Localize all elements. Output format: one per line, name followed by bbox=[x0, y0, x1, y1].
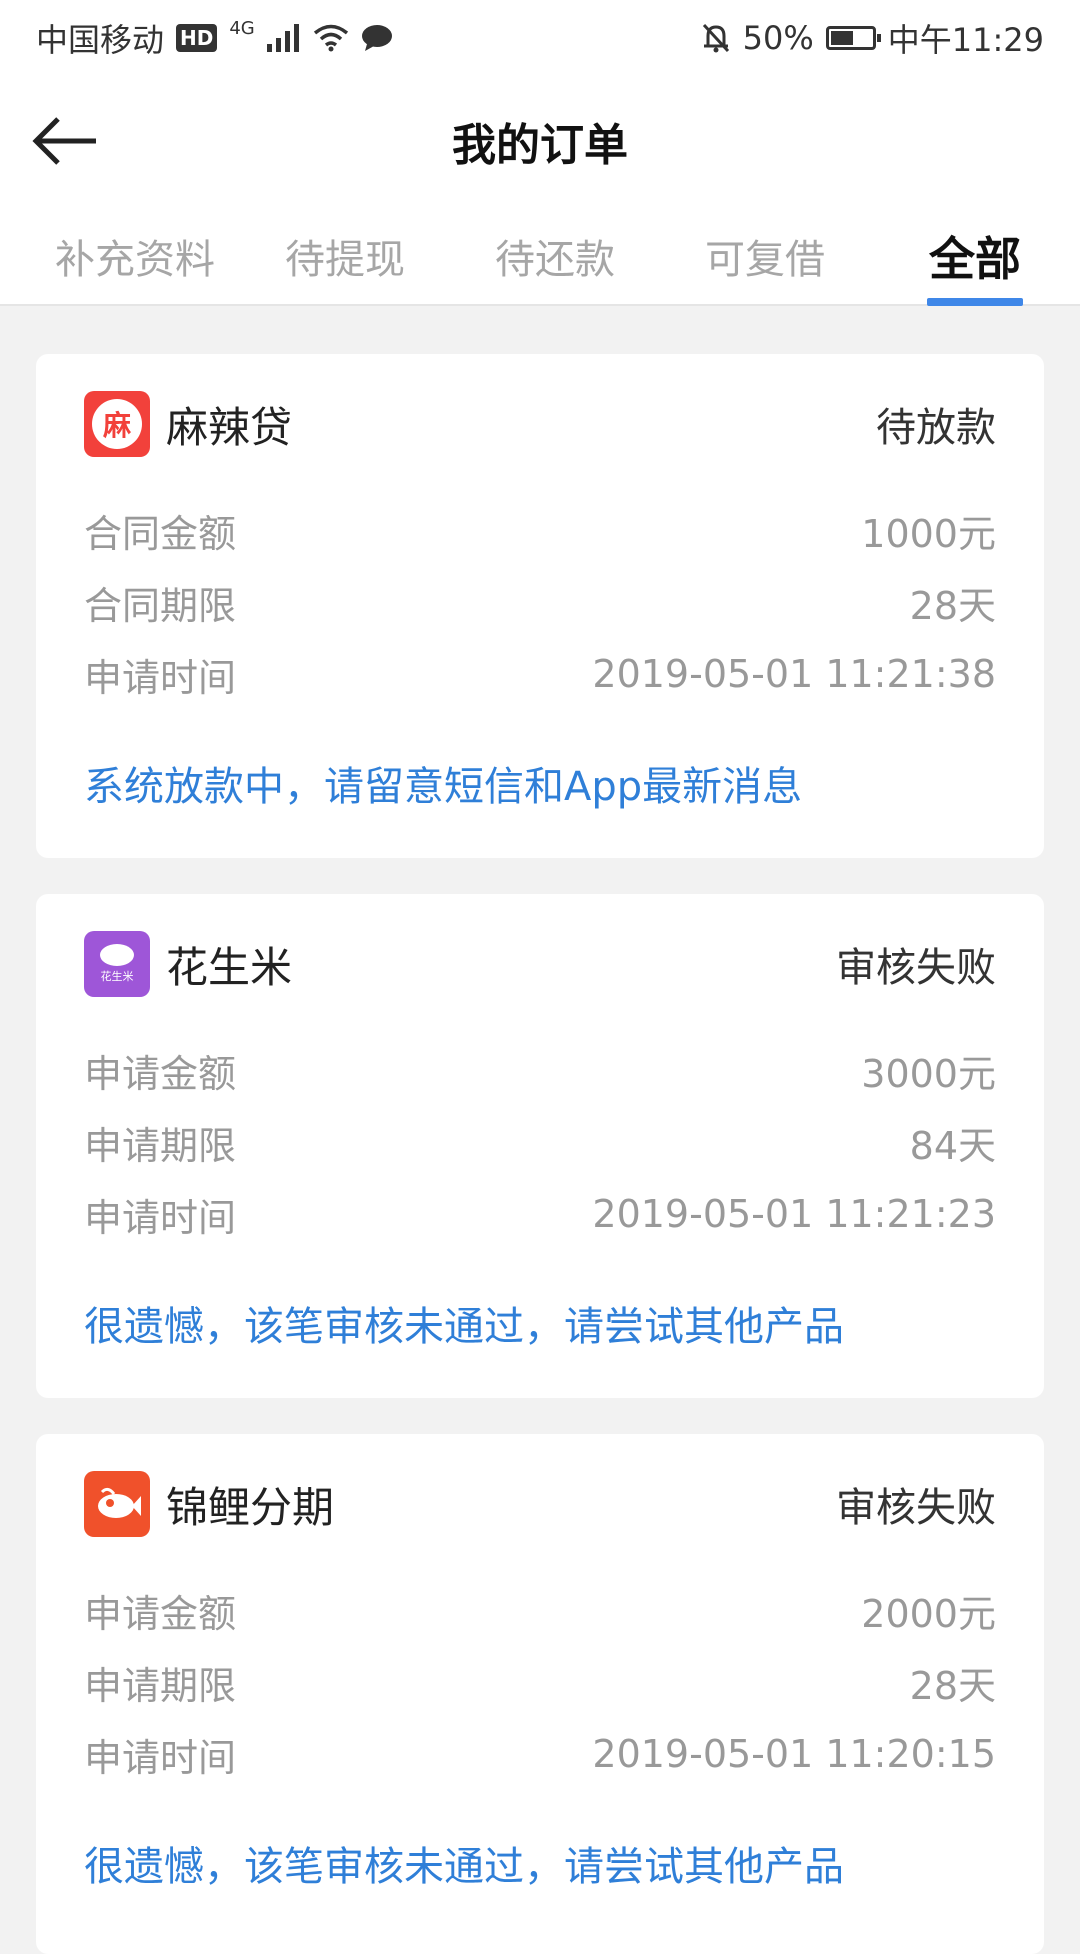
tab-pending-repay[interactable]: 待还款 bbox=[465, 206, 645, 306]
order-status: 审核失败 bbox=[836, 1485, 996, 1531]
product-name: 麻辣贷 bbox=[166, 402, 293, 452]
page-title: 我的订单 bbox=[452, 120, 628, 171]
back-arrow-icon bbox=[32, 117, 96, 165]
detail-row: 合同金额 1000元 bbox=[84, 494, 996, 566]
tab-reborrow[interactable]: 可复借 bbox=[675, 206, 855, 306]
clock: 中午11:29 bbox=[887, 21, 1044, 59]
carrier-label: 中国移动 bbox=[36, 21, 165, 59]
order-notice: 系统放款中，请留意短信和App最新消息 bbox=[84, 764, 803, 810]
message-icon bbox=[361, 25, 392, 51]
nav-bar: 我的订单 bbox=[0, 76, 1080, 206]
order-status: 审核失败 bbox=[836, 945, 996, 991]
detail-label: 申请金额 bbox=[84, 1591, 237, 1636]
back-button[interactable] bbox=[30, 106, 100, 176]
order-notice: 很遗憾，该笔审核未通过，请尝试其他产品 bbox=[84, 1844, 844, 1890]
detail-value: 84天 bbox=[909, 1123, 996, 1168]
status-bar: 中国移动 HD 4G 50% 中午11:29 bbox=[0, 0, 1080, 76]
detail-label: 申请时间 bbox=[84, 1195, 237, 1240]
logo-text: 麻 bbox=[92, 399, 142, 449]
detail-label: 申请期限 bbox=[84, 1123, 237, 1168]
order-brand: 花生米 花生米 bbox=[84, 931, 292, 997]
detail-row: 合同期限 28天 bbox=[84, 566, 996, 638]
order-brand: 锦鲤分期 bbox=[84, 1471, 334, 1537]
wifi-icon bbox=[313, 24, 348, 52]
detail-label: 申请金额 bbox=[84, 1051, 237, 1096]
order-card[interactable]: 锦鲤分期 审核失败 申请金额 2000元 申请期限 28天 申请时间 2019-… bbox=[36, 1434, 1044, 1954]
detail-row: 申请期限 28天 bbox=[84, 1646, 996, 1718]
koi-fish-logo-icon bbox=[84, 1471, 150, 1537]
order-brand: 麻 麻辣贷 bbox=[84, 391, 292, 457]
order-notice: 很遗憾，该笔审核未通过，请尝试其他产品 bbox=[84, 1304, 844, 1350]
detail-value: 2019-05-01 11:21:38 bbox=[592, 652, 996, 696]
detail-row: 申请时间 2019-05-01 11:21:38 bbox=[84, 638, 996, 710]
detail-value: 28天 bbox=[909, 583, 996, 628]
detail-value: 2019-05-01 11:21:23 bbox=[592, 1192, 996, 1236]
detail-row: 申请时间 2019-05-01 11:20:15 bbox=[84, 1718, 996, 1790]
product-name: 花生米 bbox=[166, 942, 293, 992]
status-bar-left: 中国移动 HD 4G bbox=[36, 15, 393, 61]
huashengmi-logo-icon: 花生米 bbox=[84, 931, 150, 997]
hd-badge: HD bbox=[176, 24, 218, 52]
signal-icon bbox=[266, 24, 299, 52]
status-bar-right: 50% 中午11:29 bbox=[701, 15, 1044, 61]
detail-label: 申请时间 bbox=[84, 655, 237, 700]
order-card-header: 锦鲤分期 审核失败 bbox=[84, 1434, 996, 1574]
tab-all[interactable]: 全部 bbox=[900, 206, 1050, 306]
order-card-header: 花生米 花生米 审核失败 bbox=[84, 894, 996, 1034]
detail-value: 28天 bbox=[909, 1663, 996, 1708]
detail-value: 2000元 bbox=[861, 1591, 996, 1636]
detail-label: 申请时间 bbox=[84, 1735, 237, 1780]
order-tabs: 补充资料 待提现 待还款 可复借 全部 bbox=[0, 206, 1080, 306]
detail-row: 申请金额 2000元 bbox=[84, 1574, 996, 1646]
logo-text: 花生米 bbox=[100, 970, 134, 983]
order-card[interactable]: 麻 麻辣贷 待放款 合同金额 1000元 合同期限 28天 申请时间 2019-… bbox=[36, 354, 1044, 858]
detail-row: 申请期限 84天 bbox=[84, 1106, 996, 1178]
tab-pending-withdraw[interactable]: 待提现 bbox=[255, 206, 435, 306]
detail-row: 申请时间 2019-05-01 11:21:23 bbox=[84, 1178, 996, 1250]
mute-bell-icon bbox=[702, 23, 729, 53]
tab-supplement-info[interactable]: 补充资料 bbox=[30, 206, 240, 306]
order-card[interactable]: 花生米 花生米 审核失败 申请金额 3000元 申请期限 84天 申请时间 20… bbox=[36, 894, 1044, 1398]
detail-label: 合同期限 bbox=[84, 583, 237, 628]
malad-logo-icon: 麻 bbox=[84, 391, 150, 457]
detail-label: 申请期限 bbox=[84, 1663, 237, 1708]
network-type: 4G bbox=[229, 17, 255, 39]
detail-value: 1000元 bbox=[861, 511, 996, 556]
battery-percent: 50% bbox=[742, 19, 814, 57]
detail-value: 3000元 bbox=[861, 1051, 996, 1096]
battery-icon bbox=[825, 26, 881, 50]
detail-label: 合同金额 bbox=[84, 511, 237, 556]
detail-row: 申请金额 3000元 bbox=[84, 1034, 996, 1106]
order-status: 待放款 bbox=[876, 405, 996, 451]
product-name: 锦鲤分期 bbox=[166, 1482, 335, 1532]
order-card-header: 麻 麻辣贷 待放款 bbox=[84, 354, 996, 494]
detail-value: 2019-05-01 11:20:15 bbox=[592, 1732, 996, 1776]
